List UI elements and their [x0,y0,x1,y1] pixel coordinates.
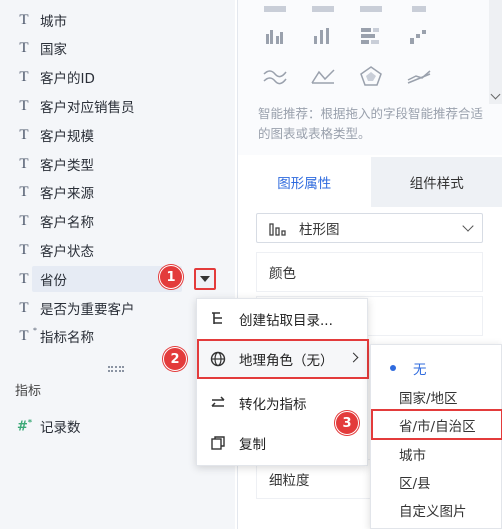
submenu-item-custom-image[interactable]: 自定义图片 [371,495,502,524]
tab-graphic-properties[interactable]: 图形属性 [238,157,371,207]
chart-type-select[interactable]: 柱形图 [256,213,483,243]
field-item[interactable]: T 客户类型 [0,150,235,178]
field-item[interactable]: T 客户状态 [0,236,235,264]
field-label: 客户的ID [40,71,95,87]
field-label: 客户状态 [40,244,94,260]
selected-dot-icon [390,365,396,371]
measures-section-title: 指标 [15,384,42,399]
menu-item-geo-role[interactable]: 地理角色（无） [197,339,369,379]
field-label: 城市 [40,14,67,30]
color-property-label: 颜色 [269,266,296,282]
text-field-icon: T [19,299,29,316]
submenu-item-label: 自定义图片 [399,503,467,520]
chart-type-icon[interactable] [358,0,384,20]
field-item[interactable]: T 客户来源 [0,178,235,206]
chart-type-icon[interactable] [310,0,336,20]
swap-icon [209,394,227,412]
waterfall-chart-icon[interactable] [406,26,432,46]
text-field-icon: T [19,241,29,258]
tab-component-style[interactable]: 组件样式 [370,157,502,207]
field-item[interactable]: T 国家 [0,34,235,62]
smart-recommend-tip: 智能推荐：根据拖入的字段智能推荐合适的图表或表格类型。 [258,106,484,141]
resize-handle[interactable] [108,366,124,372]
column-chart-icon[interactable] [310,26,336,46]
field-label: 客户类型 [40,158,94,174]
field-label: 指标名称 [40,330,94,346]
color-property[interactable]: 颜色 [256,252,483,292]
field-label: 记录数 [40,420,81,436]
field-item[interactable]: T 城市 [0,6,235,34]
chevron-down-icon [462,220,474,232]
submenu-item-province[interactable]: 省/市/自治区 [371,409,502,440]
drill-tree-icon [209,310,227,328]
submenu-item-label: 省/市/自治区 [399,418,476,435]
gallery-scrollbar[interactable] [489,0,502,104]
chart-type-gallery: 智能推荐：根据拖入的字段智能推荐合适的图表或表格类型。 [238,0,502,155]
step-badge-1: 1 [159,265,183,289]
line-chart-icon[interactable] [262,66,288,86]
menu-item-label: 地理角色（无） [239,353,334,369]
field-label: 客户来源 [40,186,94,202]
field-dropdown-button[interactable] [194,268,216,290]
text-field-icon: T [19,270,29,287]
text-field-icon: T [19,183,29,200]
menu-item-label: 转化为指标 [239,397,307,413]
globe-icon [209,350,227,368]
step-badge-3: 3 [335,411,359,435]
text-field-icon: T [19,11,29,28]
submenu-item-none[interactable]: 无 [371,353,502,382]
field-label: 是否为重要客户 [40,302,135,318]
text-field-icon: T [19,126,29,143]
field-label: 客户规模 [40,129,94,145]
geo-role-submenu: 无 国家/地区 省/市/自治区 城市 区/县 自定义图片 [370,344,502,529]
text-field-icon: T [19,39,29,56]
chart-type-value: 柱形图 [299,222,340,238]
field-label: 客户对应销售员 [40,100,135,116]
property-tabs: 图形属性 组件样式 [238,157,502,207]
chart-type-icon[interactable] [262,0,288,20]
chevron-right-icon [348,352,359,363]
field-label: 客户名称 [40,215,94,231]
measure-field-icon: #* [17,417,33,435]
submenu-item-district[interactable]: 区/县 [371,467,502,496]
field-label: 省份 [40,273,67,289]
text-field-icon: T * [19,325,37,344]
text-field-icon: T [19,155,29,172]
submenu-item-label: 区/县 [399,475,431,492]
chart-type-icon[interactable] [406,0,432,20]
menu-item-label: 创建钻取目录... [239,313,333,329]
stacked-bar-chart-icon[interactable] [358,26,384,46]
copy-icon [209,434,227,452]
field-item[interactable]: T 客户规模 [0,121,235,149]
chevron-down-icon [490,89,501,100]
submenu-item-city[interactable]: 城市 [371,439,502,468]
submenu-item-label: 城市 [399,447,426,464]
step-badge-2: 2 [163,347,187,371]
field-item[interactable]: T 客户对应销售员 [0,92,235,120]
menu-item-create-drill[interactable]: 创建钻取目录... [197,299,369,339]
submenu-item-country[interactable]: 国家/地区 [371,382,502,411]
field-item[interactable]: T 客户名称 [0,207,235,235]
text-field-icon: T [19,97,29,114]
field-context-menu: 创建钻取目录... 地理角色（无） 转化为指标 复制 [196,298,369,466]
area-line-chart-icon[interactable] [310,66,336,86]
field-label: 国家 [40,42,67,58]
caret-down-icon [200,276,210,282]
field-item[interactable]: T 客户的ID [0,63,235,91]
grouped-bar-chart-icon[interactable] [262,26,288,46]
radar-chart-icon[interactable] [358,66,384,86]
text-field-icon: T [19,68,29,85]
bar-chart-icon [269,223,286,236]
menu-item-label: 复制 [239,437,266,453]
submenu-item-label: 无 [413,361,427,378]
text-field-icon: T [19,212,29,229]
submenu-item-label: 国家/地区 [399,390,458,407]
trend-line-chart-icon[interactable] [406,66,432,86]
granularity-property-label: 细粒度 [269,473,310,489]
